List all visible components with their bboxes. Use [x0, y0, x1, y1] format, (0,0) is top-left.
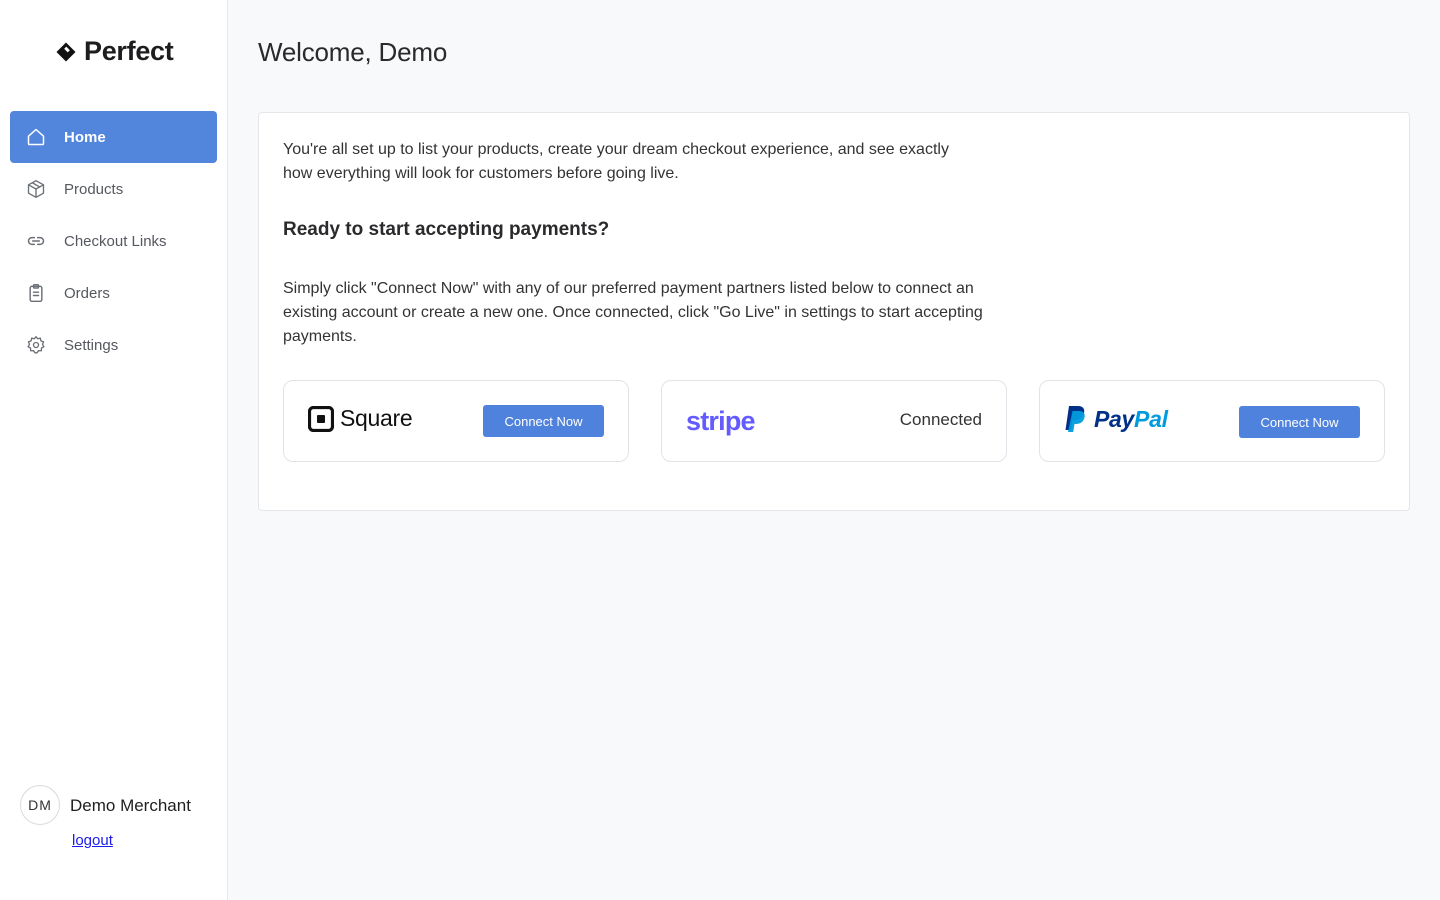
sidebar-item-home[interactable]: Home: [10, 111, 217, 163]
logout-link[interactable]: logout: [72, 832, 113, 849]
sidebar: Perfect Home Products Checkout Links Ord…: [0, 0, 228, 900]
sidebar-item-label: Orders: [64, 284, 110, 302]
sidebar-item-label: Settings: [64, 336, 119, 354]
sidebar-item-products[interactable]: Products: [10, 163, 217, 215]
provider-card-paypal: PayPal Connect Now: [1039, 380, 1385, 462]
gear-icon: [26, 335, 46, 355]
clipboard-icon: [26, 283, 46, 303]
sidebar-item-settings[interactable]: Settings: [10, 319, 217, 371]
sidebar-item-label: Home: [64, 128, 106, 146]
square-name: Square: [340, 405, 413, 431]
avatar: DM: [20, 785, 60, 825]
provider-card-stripe: stripe Connected: [661, 380, 1007, 462]
payments-heading: Ready to start accepting payments?: [283, 219, 610, 240]
square-logo: Square: [308, 405, 413, 432]
user-profile: DM Demo Merchant logout: [20, 785, 191, 849]
provider-card-square: Square Connect Now: [283, 380, 629, 462]
sidebar-item-label: Products: [64, 180, 124, 198]
payments-instructions: Simply click "Connect Now" with any of o…: [283, 280, 983, 345]
brand-logo[interactable]: Perfect: [56, 36, 174, 67]
brand-name: Perfect: [84, 36, 174, 66]
sidebar-item-orders[interactable]: Orders: [10, 267, 217, 319]
sidebar-item-label: Checkout Links: [64, 232, 167, 250]
intro-text: You're all set up to list your products,…: [283, 141, 949, 182]
box-icon: [26, 179, 46, 199]
page-title: Welcome, Demo: [258, 37, 448, 67]
stripe-logo: stripe: [686, 406, 756, 436]
paypal-name-part1: Pay: [1094, 405, 1135, 432]
paypal-name: PayPal: [1094, 406, 1168, 433]
onboarding-card: You're all set up to list your products,…: [258, 112, 1410, 511]
square-connect-button[interactable]: Connect Now: [483, 405, 604, 437]
square-icon: [308, 405, 334, 432]
tag-diamond-icon: [56, 42, 76, 61]
sidebar-nav: Home Products Checkout Links Orders Sett…: [10, 111, 217, 371]
home-icon: [26, 127, 46, 147]
paypal-logo: PayPal: [1064, 405, 1168, 433]
stripe-name: stripe: [686, 406, 756, 436]
link-icon: [26, 231, 46, 251]
paypal-name-part2: Pal: [1134, 405, 1168, 432]
user-name: Demo Merchant: [70, 796, 191, 815]
paypal-icon: [1065, 406, 1085, 432]
stripe-connected-status: Connected: [899, 410, 982, 429]
paypal-connect-button[interactable]: Connect Now: [1239, 406, 1360, 438]
sidebar-item-checkout-links[interactable]: Checkout Links: [10, 215, 217, 267]
